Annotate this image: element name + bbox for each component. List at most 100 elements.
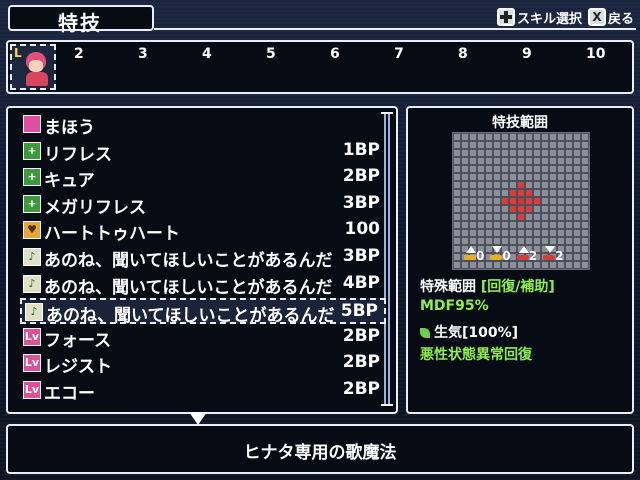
range-cell <box>485 165 493 173</box>
skill-row[interactable]: ♪ あのね、聞いてほしいことがあるんだ 4BP <box>20 272 386 298</box>
range-cell <box>525 149 533 157</box>
range-cell <box>573 197 581 205</box>
range-cell-hit <box>525 189 533 197</box>
range-cell <box>477 133 485 141</box>
slot-2[interactable]: 2 <box>74 46 84 62</box>
skill-cost: 2BP <box>342 352 380 373</box>
range-cell <box>573 253 581 261</box>
skill-cost: 5BP <box>340 301 378 322</box>
range-cell <box>557 157 565 165</box>
range-cell <box>453 253 461 261</box>
heart-icon: ♥ <box>23 221 41 240</box>
range-cell <box>533 229 541 237</box>
range-cell <box>501 221 509 229</box>
song-icon: ♪ <box>23 248 41 266</box>
range-cell <box>549 205 557 213</box>
slot-6[interactable]: 6 <box>330 46 340 62</box>
slot-9[interactable]: 9 <box>522 46 532 62</box>
range-cell <box>581 229 589 237</box>
range-cell <box>549 213 557 221</box>
range-cell <box>533 141 541 149</box>
skill-row[interactable]: + メガリフレス 3BP <box>20 192 386 218</box>
range-cell <box>557 149 565 157</box>
skill-row[interactable]: + リフレス 1BP <box>20 139 386 165</box>
range-cell <box>541 173 549 181</box>
slot-7[interactable]: 7 <box>394 46 404 62</box>
skill-name: あのね、聞いてほしいことがあるんだ <box>46 306 335 327</box>
range-cell <box>581 173 589 181</box>
skill-description: ヒナタ専用の歌魔法 <box>243 443 397 463</box>
character-portrait[interactable]: L <box>10 44 56 90</box>
skill-row[interactable]: まほう <box>20 112 386 138</box>
range-cell-hit <box>525 197 533 205</box>
skill-name: あのね、聞いてほしいことがあるんだ <box>44 277 333 298</box>
range-cell <box>453 261 461 269</box>
range-cell <box>517 149 525 157</box>
range-cell <box>541 237 549 245</box>
range-cell <box>573 213 581 221</box>
buff-icon: Lv <box>23 381 41 399</box>
hint-back[interactable]: 戻る <box>608 8 634 27</box>
skill-name: あのね、聞いてほしいことがあるんだ <box>44 251 333 271</box>
skill-row[interactable]: Lv フォース 2BP <box>20 325 386 351</box>
skill-row[interactable]: ♥ ハートトゥハート 100 <box>20 218 386 244</box>
slot-3[interactable]: 3 <box>138 46 148 62</box>
skill-name: キュア <box>44 171 95 192</box>
skill-row[interactable]: ♪ あのね、聞いてほしいことがあるんだ 5BP <box>20 298 386 327</box>
skill-name: エコー <box>44 384 95 404</box>
skill-row[interactable]: Lv エコー 2BP <box>20 378 386 404</box>
range-cell <box>565 165 573 173</box>
range-cell <box>477 157 485 165</box>
range-cell <box>469 221 477 229</box>
range-stat-red-down: 2 <box>543 246 563 263</box>
skill-row[interactable]: + キュア 2BP <box>20 165 386 191</box>
range-cell <box>549 229 557 237</box>
range-cell <box>477 189 485 197</box>
skill-row[interactable]: ♪ あのね、聞いてほしいことがあるんだ 3BP <box>20 245 386 271</box>
range-cell <box>525 181 533 189</box>
range-cell <box>573 165 581 173</box>
range-cell <box>501 181 509 189</box>
range-cell <box>453 229 461 237</box>
range-cell <box>501 189 509 197</box>
range-cell <box>469 141 477 149</box>
range-cell <box>525 141 533 149</box>
range-cell-hit <box>525 205 533 213</box>
range-cell <box>461 141 469 149</box>
range-cell <box>565 189 573 197</box>
range-cell <box>469 197 477 205</box>
control-hints: スキル選択 X 戻る <box>496 5 634 29</box>
range-cell <box>565 253 573 261</box>
skill-row[interactable]: Lv レジスト 2BP <box>20 351 386 377</box>
skill-name: メガリフレス <box>44 197 146 218</box>
range-cell <box>501 157 509 165</box>
range-cell-hit <box>501 197 509 205</box>
range-cell <box>581 141 589 149</box>
range-cell <box>565 149 573 157</box>
range-cell <box>517 133 525 141</box>
range-cell <box>557 181 565 189</box>
skill-cost: 100 <box>344 219 381 240</box>
range-cell <box>469 133 477 141</box>
range-cell <box>453 181 461 189</box>
range-cell <box>477 237 485 245</box>
range-cell <box>533 205 541 213</box>
range-cell <box>525 133 533 141</box>
range-cell <box>477 213 485 221</box>
range-cell-hit <box>517 197 525 205</box>
range-cell <box>493 189 501 197</box>
range-cell <box>565 237 573 245</box>
range-cell <box>573 141 581 149</box>
range-cell <box>461 181 469 189</box>
slot-5[interactable]: 5 <box>266 46 276 62</box>
range-cell <box>469 189 477 197</box>
slot-8[interactable]: 8 <box>458 46 468 62</box>
range-cell <box>557 189 565 197</box>
slot-4[interactable]: 4 <box>202 46 212 62</box>
range-cell <box>461 149 469 157</box>
portrait-body <box>26 72 48 86</box>
range-cell <box>453 157 461 165</box>
slot-10[interactable]: 10 <box>586 46 605 62</box>
range-cell <box>493 221 501 229</box>
skill-cost: 4BP <box>342 272 380 293</box>
